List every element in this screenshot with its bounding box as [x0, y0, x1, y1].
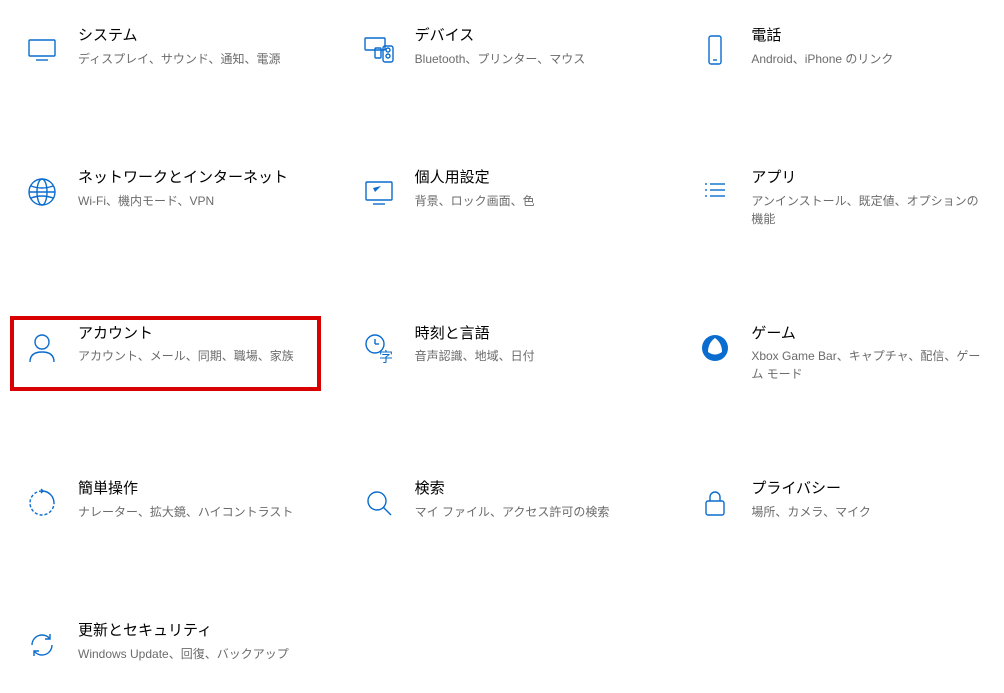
tile-title: プライバシー [751, 479, 984, 499]
settings-tile-system[interactable]: システムディスプレイ、サウンド、通知、電源 [14, 22, 317, 76]
tile-title: ネットワークとインターネット [78, 168, 311, 188]
tile-title: システム [78, 26, 311, 46]
settings-tile-apps[interactable]: アプリアンインストール、既定値、オプションの機能 [687, 164, 990, 232]
svg-text:字: 字 [379, 349, 393, 365]
settings-tile-network[interactable]: ネットワークとインターネット Wi-Fi、機内モード、VPN [14, 164, 317, 232]
tile-description: ナレーター、拡大鏡、ハイコントラスト [78, 503, 311, 521]
gaming-icon [693, 326, 737, 370]
tile-description: Windows Update、回復、バックアップ [78, 645, 311, 663]
tile-title: 時刻と言語 [415, 324, 648, 344]
time-icon: 字 [357, 326, 401, 370]
settings-tile-update[interactable]: 更新とセキュリティWindows Update、回復、バックアップ [14, 617, 317, 671]
update-icon [20, 623, 64, 667]
tile-description: アカウント、メール、同期、職場、家族 [78, 347, 311, 365]
privacy-icon [693, 481, 737, 525]
tile-title: アプリ [751, 168, 984, 188]
settings-tile-privacy[interactable]: プライバシー場所、カメラ、マイク [687, 475, 990, 529]
search-icon [357, 481, 401, 525]
tile-description: 場所、カメラ、マイク [751, 503, 984, 521]
tile-description: 音声認識、地域、日付 [415, 347, 648, 365]
tile-title: 検索 [415, 479, 648, 499]
tile-title: ゲーム [751, 324, 984, 344]
settings-tile-gaming[interactable]: ゲーム Xbox Game Bar、キャプチャ、配信、ゲーム モード [687, 320, 990, 388]
tile-title: 個人用設定 [415, 168, 648, 188]
network-icon [20, 170, 64, 214]
tile-description: アンインストール、既定値、オプションの機能 [751, 192, 984, 228]
tile-description: Wi-Fi、機内モード、VPN [78, 192, 311, 210]
tile-description: Android、iPhone のリンク [751, 50, 984, 68]
tile-description: ディスプレイ、サウンド、通知、電源 [78, 50, 311, 68]
settings-tile-personal[interactable]: 個人用設定背景、ロック画面、色 [351, 164, 654, 232]
tile-title: デバイス [415, 26, 648, 46]
tile-description: Bluetooth、プリンター、マウス [415, 50, 648, 68]
settings-tile-time[interactable]: 字 時刻と言語音声認識、地域、日付 [351, 320, 654, 388]
tile-description: 背景、ロック画面、色 [415, 192, 648, 210]
accounts-icon [20, 326, 64, 370]
settings-tile-devices[interactable]: デバイス Bluetooth、プリンター、マウス [351, 22, 654, 76]
ease-icon [20, 481, 64, 525]
system-icon [20, 28, 64, 72]
phone-icon [693, 28, 737, 72]
settings-tile-accounts[interactable]: アカウントアカウント、メール、同期、職場、家族 [14, 320, 317, 388]
tile-description: Xbox Game Bar、キャプチャ、配信、ゲーム モード [751, 347, 984, 383]
personal-icon [357, 170, 401, 214]
tile-title: 簡単操作 [78, 479, 311, 499]
settings-tile-search[interactable]: 検索マイ ファイル、アクセス許可の検索 [351, 475, 654, 529]
settings-tile-phone[interactable]: 電話 Android、iPhone のリンク [687, 22, 990, 76]
devices-icon [357, 28, 401, 72]
tile-title: 電話 [751, 26, 984, 46]
apps-icon [693, 170, 737, 214]
settings-tile-ease[interactable]: 簡単操作ナレーター、拡大鏡、ハイコントラスト [14, 475, 317, 529]
tile-description: マイ ファイル、アクセス許可の検索 [415, 503, 648, 521]
tile-title: アカウント [78, 324, 311, 344]
